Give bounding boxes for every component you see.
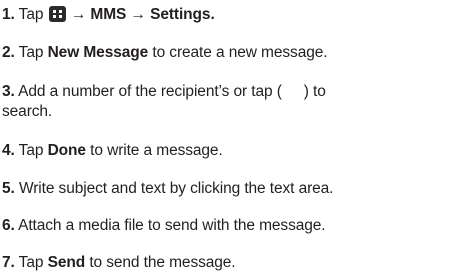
instruction-list: 1. Tap → MMS → Settings. 2. Tap New Mess… [0,0,451,273]
step-text: Tap [18,44,44,61]
step-text-continued: search. [2,103,53,120]
step-5: 5. Write subject and text by clicking th… [2,179,450,198]
step-bold-term: Done [47,142,86,159]
step-text: Tap [18,142,44,159]
step-number: 4. [2,142,15,159]
step-text: Write subject and text by clicking the t… [18,180,334,197]
step-text: Tap [18,254,44,271]
step-2: 2. Tap New Message to create a new messa… [2,43,450,62]
step-1: 1. Tap → MMS → Settings. [2,5,450,24]
step-number: 3. [2,83,15,100]
step-number: 5. [2,180,15,197]
step-text: Tap [18,6,44,23]
step-3: 3. Add a number of the recipient’s or ta… [2,82,450,101]
step-number: 6. [2,217,15,234]
step-text-end: to create a new message. [152,44,328,61]
step-6: 6. Attach a media file to send with the … [2,216,450,235]
step-number: 1. [2,6,15,23]
step-bold-term: Send [47,254,86,271]
step-number: 2. [2,44,15,61]
step-3-continued: search. [2,102,450,121]
step-4: 4. Tap Done to write a message. [2,141,450,160]
step-7: 7. Tap Send to send the message. [2,253,450,272]
step-number: 7. [2,254,15,271]
step-text-end: to write a message. [90,142,223,159]
step-text: Attach a media file to send with the mes… [18,217,326,234]
step-text: Add a number of the recipient’s or tap ( [18,83,282,100]
step-text-end: to send the message. [89,254,236,271]
step-bold-term: New Message [47,44,149,61]
step-text-end: ) to [303,83,326,100]
step-path: → MMS → Settings. [70,6,215,23]
menu-grid-icon [48,6,66,22]
